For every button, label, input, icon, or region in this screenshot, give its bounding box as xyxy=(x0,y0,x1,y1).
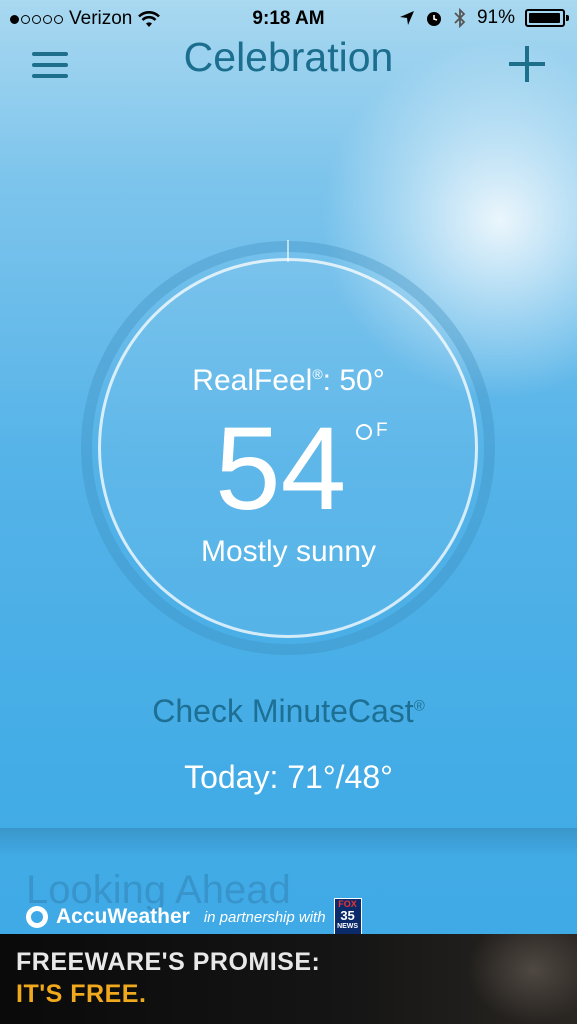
current-temperature: 54 xyxy=(215,403,347,535)
status-right: 91% xyxy=(399,7,569,29)
partner-footer: AccuWeather in partnership with FOX 35 N… xyxy=(26,898,362,936)
ad-subline: IT'S FREE. xyxy=(16,980,147,1008)
ad-image xyxy=(467,934,577,1024)
degree-icon xyxy=(356,424,372,440)
alarm-icon xyxy=(426,12,441,26)
location-title[interactable]: Celebration xyxy=(0,34,577,81)
ad-banner[interactable]: FREEWARE'S PROMISE: IT'S FREE. xyxy=(0,934,577,1024)
location-arrow-icon xyxy=(399,11,414,25)
condition-text: Mostly sunny xyxy=(200,535,377,568)
ring-tick xyxy=(287,240,289,262)
minutecast-link[interactable]: Check MinuteCast® xyxy=(0,693,577,730)
fox35-logo: FOX 35 NEWS xyxy=(333,898,362,936)
today-hilo: Today: 71°/48° xyxy=(184,759,393,795)
battery-percent: 91% xyxy=(476,7,515,28)
section-divider xyxy=(0,828,577,858)
weather-screen: Verizon 9:18 AM 91% Celebration RealFeel… xyxy=(0,0,577,1024)
accuweather-sun-icon xyxy=(26,906,48,928)
brand-name: AccuWeather xyxy=(56,905,190,928)
temperature-unit: F xyxy=(356,420,388,451)
ad-headline: FREEWARE'S PROMISE: xyxy=(16,948,321,976)
realfeel-text: RealFeel®: 50° xyxy=(192,364,385,397)
nav-bar: Celebration xyxy=(0,34,577,90)
battery-icon xyxy=(525,9,569,27)
partner-text: in partnership with xyxy=(203,908,326,926)
add-location-button[interactable] xyxy=(507,44,547,84)
bluetooth-icon xyxy=(454,8,466,28)
